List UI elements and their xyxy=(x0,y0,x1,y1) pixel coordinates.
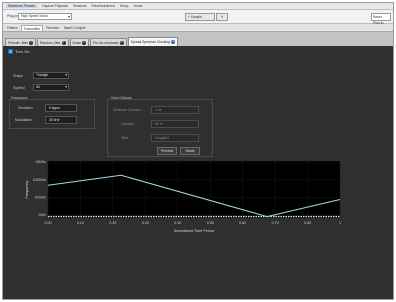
turn-on-toggle[interactable]: ✓ Turn On xyxy=(8,49,30,54)
x-axis-label: Normalized Time Period xyxy=(174,229,215,233)
deviation-label: Deviation xyxy=(18,106,33,110)
sample-button[interactable]: ⌖ Sample xyxy=(185,12,215,21)
tab-batch-compile[interactable]: Batch Compile xyxy=(62,25,87,31)
variation-label: Variation xyxy=(121,122,135,126)
menu-capture-playback[interactable]: Capture Playback xyxy=(42,4,68,8)
x-tick-label: 0.20 xyxy=(109,221,116,225)
plugin-select[interactable]: High Speed Serial xyxy=(18,13,72,20)
turn-on-label: Turn On xyxy=(15,49,30,54)
reset-button[interactable]: Reset xyxy=(180,147,200,155)
x-tick-label: 0.30 xyxy=(142,221,149,225)
chevron-down-icon: ▾ xyxy=(65,85,67,89)
jitter-label: Jitter xyxy=(121,136,129,140)
tab-periodic-jitter[interactable]: Periodic Jitter × xyxy=(5,38,36,46)
jitter-field[interactable]: 0 Applied xyxy=(151,134,199,142)
y-tick-label: 100kHz xyxy=(35,196,47,200)
shape-dropdown[interactable]: Triangle ▾ xyxy=(33,72,69,79)
preview-button[interactable]: Preview xyxy=(157,147,177,155)
menubar: Waveform Presets Capture Playback Sessio… xyxy=(3,3,393,10)
x-tick-label: 0.40 xyxy=(174,221,181,225)
section-tabs: Pattern Transmitter Receiver Batch Compi… xyxy=(3,24,393,32)
x-tick-label: 0.60 xyxy=(239,221,246,225)
deviation-field[interactable]: 5 kppm xyxy=(45,104,77,112)
y-tick-label: 1000kHz xyxy=(33,178,47,182)
tab-ssc-label: Spread Spectrum Clocking xyxy=(130,40,170,44)
ssc-panel: ✓ Turn On Shape Triangle ▾ Symbol All ▾ Fr… xyxy=(3,46,393,299)
plugin-label: Plug-In xyxy=(7,14,19,18)
tab-receiver[interactable]: Receiver xyxy=(44,25,61,31)
tab-transmitter[interactable]: Transmitter xyxy=(20,25,44,31)
symbol-dropdown[interactable]: All ▾ xyxy=(33,84,69,91)
menu-waveform-presets[interactable]: Waveform Presets xyxy=(6,4,37,8)
tab-random-jitter[interactable]: Random Jitter × xyxy=(36,38,69,46)
tab-pre-de-emphasis[interactable]: Pre-De-emphasis × xyxy=(89,38,127,46)
x-tick-label: 0.00 xyxy=(45,221,52,225)
close-icon[interactable]: × xyxy=(119,40,124,45)
close-icon[interactable]: × xyxy=(28,40,33,45)
tab-pattern[interactable]: Pattern xyxy=(5,25,20,31)
y-tick-label: 10Hz xyxy=(38,213,46,217)
tab-random-jitter-label: Random Jitter xyxy=(39,40,61,45)
pen-icon: ✎ xyxy=(220,14,224,19)
x-tick-label: 1 xyxy=(339,221,341,225)
y-tick-label: 10MHz xyxy=(35,160,46,164)
modulation-label: Modulation xyxy=(15,118,33,122)
tab-pre-de-emphasis-label: Pre-De-emphasis xyxy=(92,40,119,45)
tab-noise-label: Noise xyxy=(72,40,81,45)
sample-label: Sample xyxy=(190,14,202,19)
close-icon[interactable]: × xyxy=(61,40,66,45)
x-tick-label: 0.80 xyxy=(304,221,311,225)
x-tick-label: 0.10 xyxy=(77,221,84,225)
menu-home[interactable]: Home xyxy=(134,4,143,8)
modulation-field[interactable]: 30 kHz xyxy=(45,116,77,124)
symbol-value: All xyxy=(36,85,40,89)
tab-spread-spectrum-clocking[interactable]: Spread Spectrum Clocking ● xyxy=(127,37,178,46)
shape-label: Shape xyxy=(13,74,24,78)
app-window: Waveform Presets Capture Playback Sessio… xyxy=(2,2,394,300)
menu-files-instrument[interactable]: Files/Instrument xyxy=(91,4,114,8)
min-duration-label: Minimum Duration xyxy=(113,108,142,112)
toolbar: Plug-In High Speed Serial ⌖ Sample ✎ Res… xyxy=(3,10,393,25)
enabled-icon: ● xyxy=(170,40,175,44)
menu-sessions[interactable]: Sessions xyxy=(73,4,86,8)
shape-value: Triangle xyxy=(36,73,49,77)
checkbox-checked-icon[interactable]: ✓ xyxy=(8,49,13,54)
ssc-profile-chart: 0.00 0.10 0.20 0.30 0.40 0.50 0.60 0.70 0.80 1 10M… xyxy=(25,160,341,233)
impairment-tabs: Periodic Jitter × Random Jitter × Noise … xyxy=(3,32,393,46)
chevron-down-icon: ▾ xyxy=(65,73,67,77)
menu-setup[interactable]: Setup xyxy=(120,4,129,8)
y-axis-label: Frequency xyxy=(25,180,29,198)
x-tick-label: 0.70 xyxy=(272,221,279,225)
variation-field[interactable]: 50 % xyxy=(151,120,199,128)
close-icon[interactable]: × xyxy=(81,40,86,45)
tab-noise[interactable]: Noise × xyxy=(69,38,89,46)
min-duration-field[interactable]: 1 us xyxy=(151,106,199,114)
tab-periodic-jitter-label: Periodic Jitter xyxy=(8,40,28,45)
reset-plugin-button[interactable]: Reset Plug-In xyxy=(371,12,391,25)
x-tick-label: 0.50 xyxy=(207,221,214,225)
symbol-label: Symbol xyxy=(13,86,25,90)
pen-button[interactable]: ✎ xyxy=(216,12,228,21)
